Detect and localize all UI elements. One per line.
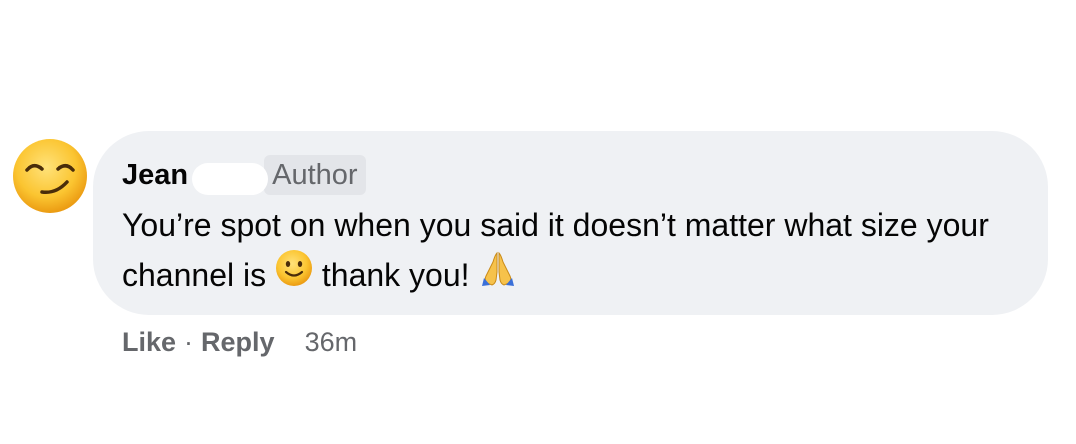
comment-text-part2: thank you! xyxy=(321,257,470,293)
smirking-face-icon xyxy=(13,139,87,213)
comment-screen: Jean Author You’re spot on when you said… xyxy=(0,0,1076,444)
reply-button[interactable]: Reply xyxy=(201,327,275,358)
author-name[interactable]: Jean xyxy=(122,154,188,196)
comment-actions: Like · Reply 36m xyxy=(122,322,357,362)
folded-hands-icon xyxy=(478,248,518,302)
redacted-surname xyxy=(192,163,269,195)
slightly-smiling-face-icon xyxy=(275,249,313,301)
author-badge: Author xyxy=(264,155,366,195)
comment-timestamp[interactable]: 36m xyxy=(305,327,358,358)
comment-body: You’re spot on when you said it doesn’t … xyxy=(122,200,1022,305)
avatar[interactable] xyxy=(11,137,89,215)
action-separator: · xyxy=(184,326,194,357)
comment-header: Jean Author xyxy=(122,154,366,196)
like-button[interactable]: Like xyxy=(122,327,176,358)
comment-text-part1: You’re spot on when you said it doesn’t … xyxy=(122,207,989,293)
